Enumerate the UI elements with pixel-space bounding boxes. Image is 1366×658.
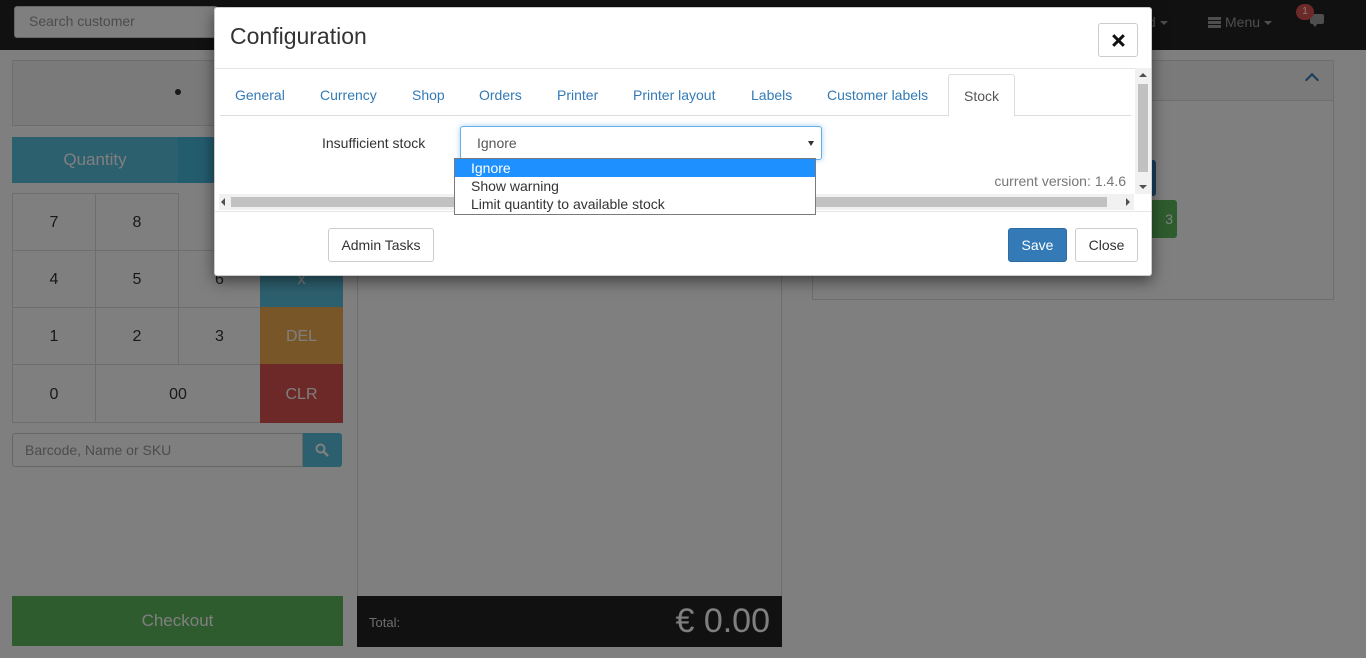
select-value: Ignore bbox=[477, 135, 517, 151]
tab-customer-labels[interactable]: Customer labels bbox=[812, 74, 943, 116]
tab-orders[interactable]: Orders bbox=[464, 74, 537, 116]
modal-header: Configuration bbox=[215, 8, 1151, 69]
save-button[interactable]: Save bbox=[1008, 228, 1067, 262]
insufficient-stock-label: Insufficient stock bbox=[322, 135, 426, 151]
vertical-scrollbar[interactable] bbox=[1135, 68, 1151, 194]
option-ignore[interactable]: Ignore bbox=[455, 159, 815, 177]
scroll-right-icon[interactable] bbox=[1126, 198, 1130, 206]
version-value: 1.4.6 bbox=[1094, 173, 1126, 189]
scroll-left-icon[interactable] bbox=[221, 198, 225, 206]
modal-close-button[interactable] bbox=[1098, 23, 1138, 57]
config-tabs: General Currency Shop Orders Printer Pri… bbox=[220, 74, 1131, 117]
option-limit-quantity[interactable]: Limit quantity to available stock bbox=[455, 195, 815, 213]
option-show-warning[interactable]: Show warning bbox=[455, 177, 815, 195]
tab-shop[interactable]: Shop bbox=[397, 74, 460, 116]
close-button[interactable]: Close bbox=[1075, 228, 1138, 262]
tab-currency[interactable]: Currency bbox=[305, 74, 392, 116]
chevron-down-icon bbox=[808, 141, 814, 146]
admin-tasks-button[interactable]: Admin Tasks bbox=[328, 228, 434, 262]
vertical-scroll-thumb[interactable] bbox=[1138, 84, 1148, 172]
configuration-modal: Configuration General Currency Shop Orde… bbox=[214, 7, 1152, 276]
scroll-up-icon[interactable] bbox=[1139, 73, 1147, 77]
tab-stock[interactable]: Stock bbox=[948, 74, 1016, 117]
tab-labels[interactable]: Labels bbox=[736, 74, 807, 116]
tab-printer[interactable]: Printer bbox=[542, 74, 613, 116]
tab-printer-layout[interactable]: Printer layout bbox=[618, 74, 730, 116]
insufficient-stock-select[interactable]: Ignore bbox=[460, 126, 822, 160]
version-label: current version: bbox=[994, 173, 1091, 189]
tab-general[interactable]: General bbox=[220, 74, 300, 116]
insufficient-stock-options: Ignore Show warning Limit quantity to av… bbox=[454, 158, 816, 215]
scroll-down-icon[interactable] bbox=[1139, 185, 1147, 189]
modal-footer: Admin Tasks Save Close bbox=[215, 211, 1151, 275]
version-info: current version: 1.4.6 bbox=[994, 173, 1126, 189]
modal-title: Configuration bbox=[230, 23, 367, 49]
